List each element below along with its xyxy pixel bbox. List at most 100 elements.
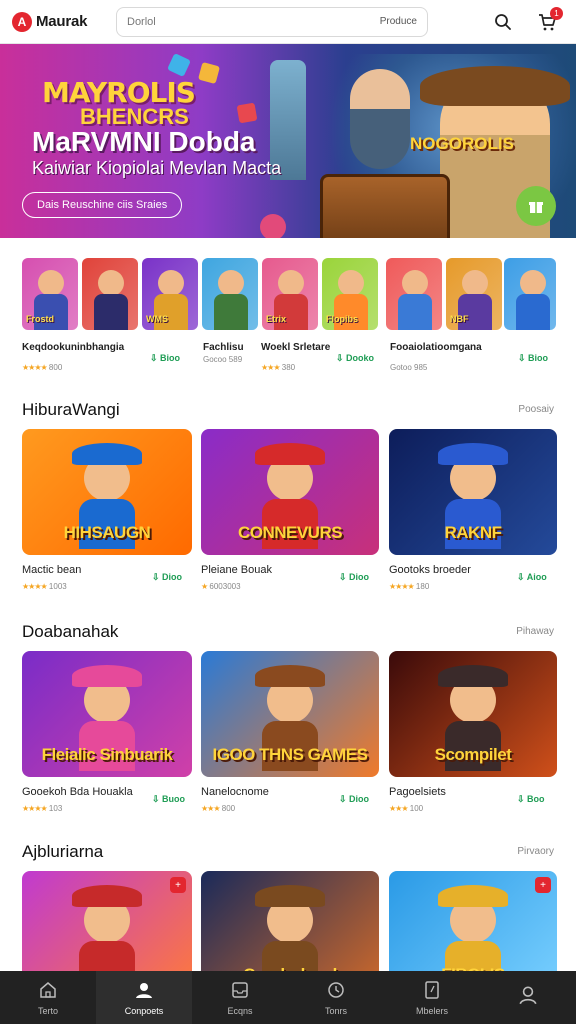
featured-game-tile[interactable]: Flopibs — [322, 258, 378, 330]
character-hat — [255, 885, 325, 907]
get-button[interactable]: ⇩ Aioo — [517, 572, 547, 583]
home-icon — [40, 981, 56, 998]
game-rating: ★★★★ 103 — [22, 804, 63, 813]
character-face — [38, 270, 64, 296]
game-card-info[interactable]: Gooekoh Bda Houakla ★★★★ 103 — [22, 786, 133, 813]
character-face — [462, 270, 488, 296]
profile-icon — [136, 982, 152, 998]
game-card-title-art: RAKNF — [444, 523, 503, 542]
game-card[interactable]: Fleialic Sinbuarik — [22, 651, 192, 777]
get-button[interactable]: ⇩ Buoo — [152, 794, 185, 805]
logo-mark-icon: A — [12, 11, 32, 32]
featured-item-rating: ★★★★ 800 — [22, 363, 63, 372]
search-input[interactable]: Dorlol Produce — [116, 6, 428, 37]
treasure-chest-illustration — [320, 174, 450, 238]
character-body — [154, 294, 188, 330]
get-button[interactable]: ⇩ Dioo — [152, 572, 182, 583]
cart-icon[interactable]: 1 — [536, 6, 563, 33]
nav-profile[interactable]: Conpoets — [96, 971, 192, 1024]
character-body — [214, 294, 248, 330]
gift-icon — [529, 202, 543, 213]
character-face — [98, 270, 124, 296]
featured-item-rating: Gocoo 589 — [203, 355, 243, 364]
featured-item-name: Fachlisu — [203, 342, 244, 353]
section-title: Ajbluriarna — [22, 842, 104, 861]
character-face — [338, 270, 364, 296]
game-card[interactable]: IGOO THNS GAMES — [201, 651, 379, 777]
character-hat — [438, 443, 508, 465]
featured-item[interactable]: Fachlisu Gocoo 589 — [203, 342, 244, 364]
game-card-info[interactable]: Pagoelsiets ★★★ 100 — [389, 786, 446, 813]
game-card[interactable]: RAKNF — [389, 429, 557, 555]
section-title: HiburaWangi — [22, 400, 120, 419]
app-logo[interactable]: A Maurak — [12, 11, 116, 32]
bookmark-icon[interactable]: + — [535, 877, 551, 893]
game-name: Mactic bean — [22, 564, 82, 576]
featured-get-button[interactable]: ⇩ Bioo — [150, 353, 180, 364]
game-card[interactable]: HIHSAUGN — [22, 429, 192, 555]
game-card-title-art: HIHSAUGN — [63, 523, 151, 542]
character-body — [458, 294, 492, 330]
section-see-all-link[interactable]: Poosaiy — [518, 404, 554, 415]
featured-get-button[interactable]: ⇩ Dooko — [336, 353, 374, 364]
character-hat — [72, 885, 142, 907]
game-card[interactable]: Scompilet — [389, 651, 557, 777]
game-card-title-art: Fleialic Sinbuarik — [41, 745, 173, 764]
nav-home[interactable]: Terto — [0, 971, 96, 1024]
hero-subtitle: Kaiwiar Kiopiolai Mevlan Macta — [32, 158, 282, 178]
get-button[interactable]: ⇩ Boo — [517, 794, 545, 805]
character-hat — [255, 443, 325, 465]
nav-documents[interactable]: Mbelers — [384, 971, 480, 1024]
featured-item[interactable]: Keqdookuninbhangia ★★★★ 800 — [22, 342, 124, 372]
featured-game-tile[interactable]: WMS — [142, 258, 198, 330]
tile-tag: WMS — [146, 314, 168, 324]
get-button[interactable]: ⇩ Dioo — [339, 794, 369, 805]
featured-game-tile[interactable] — [202, 258, 258, 330]
nav-inbox[interactable]: Ecqns — [192, 971, 288, 1024]
character-face — [278, 270, 304, 296]
featured-game-tile[interactable]: NBF — [446, 258, 502, 330]
game-card-title-art: IGOO THNS GAMES — [212, 745, 368, 764]
game-card-info[interactable]: Nanelocnome ★★★ 800 — [201, 786, 269, 813]
character-hat — [438, 885, 508, 907]
bottom-navigation: Terto Conpoets Ecqns Tonrs Mbelers — [0, 971, 576, 1024]
featured-item-name: Keqdookuninbhangia — [22, 342, 125, 353]
get-button[interactable]: ⇩ Dioo — [339, 572, 369, 583]
featured-item-rating: Gotoo 985 — [390, 363, 428, 372]
character-hat — [255, 665, 325, 687]
clock-icon — [328, 981, 344, 998]
hero-action-button[interactable] — [516, 186, 556, 226]
game-card-info[interactable]: Pleiane Bouak ★ 6003003 — [201, 564, 272, 591]
hero-cta-button[interactable]: Dais Reuschine ciis Sraies — [22, 192, 183, 218]
game-name: Pleiane Bouak — [201, 564, 272, 576]
featured-item[interactable]: Fooaiolatioomgana Gotoo 985 — [390, 342, 482, 372]
character-face — [218, 270, 244, 296]
section-see-all-link[interactable]: Pihaway — [516, 626, 554, 637]
game-card[interactable]: CONNEVURS — [201, 429, 379, 555]
featured-item[interactable]: Woekl Srletare ★★★ 380 — [261, 342, 330, 372]
featured-game-tile[interactable] — [504, 258, 556, 330]
tile-tag: NBF — [450, 314, 469, 324]
nav-account[interactable] — [480, 971, 576, 1024]
nav-activity[interactable]: Tonrs — [288, 971, 384, 1024]
search-scope-label[interactable]: Produce — [380, 16, 417, 27]
featured-game-tile[interactable] — [82, 258, 138, 330]
search-icon[interactable] — [492, 11, 514, 33]
featured-game-tile[interactable]: Frostd — [22, 258, 78, 330]
bookmark-icon[interactable]: + — [170, 877, 186, 893]
featured-get-button[interactable]: ⇩ Bioo — [518, 353, 548, 364]
app-name: Maurak — [36, 13, 88, 30]
game-card-info[interactable]: Mactic bean ★★★★ 1003 — [22, 564, 81, 591]
game-name: Gooekoh Bda Houakla — [22, 786, 133, 798]
notification-badge: 1 — [550, 6, 563, 20]
game-rating: ★★★★ 1003 — [22, 582, 67, 591]
game-card-info[interactable]: Gootoks broeder ★★★★ 180 — [389, 564, 471, 591]
hero-banner[interactable]: MAYROLIS BHENCRS MaRVMNI Dobda Kaiwiar K… — [0, 44, 576, 238]
featured-game-tile[interactable] — [386, 258, 442, 330]
game-name: Pagoelsiets — [389, 786, 446, 798]
section-see-all-link[interactable]: Pirvaory — [517, 846, 554, 857]
section-title: Doabanahak — [22, 622, 119, 641]
featured-game-tile[interactable]: Etrix — [262, 258, 318, 330]
character-body — [274, 294, 308, 330]
floating-block — [167, 53, 191, 77]
